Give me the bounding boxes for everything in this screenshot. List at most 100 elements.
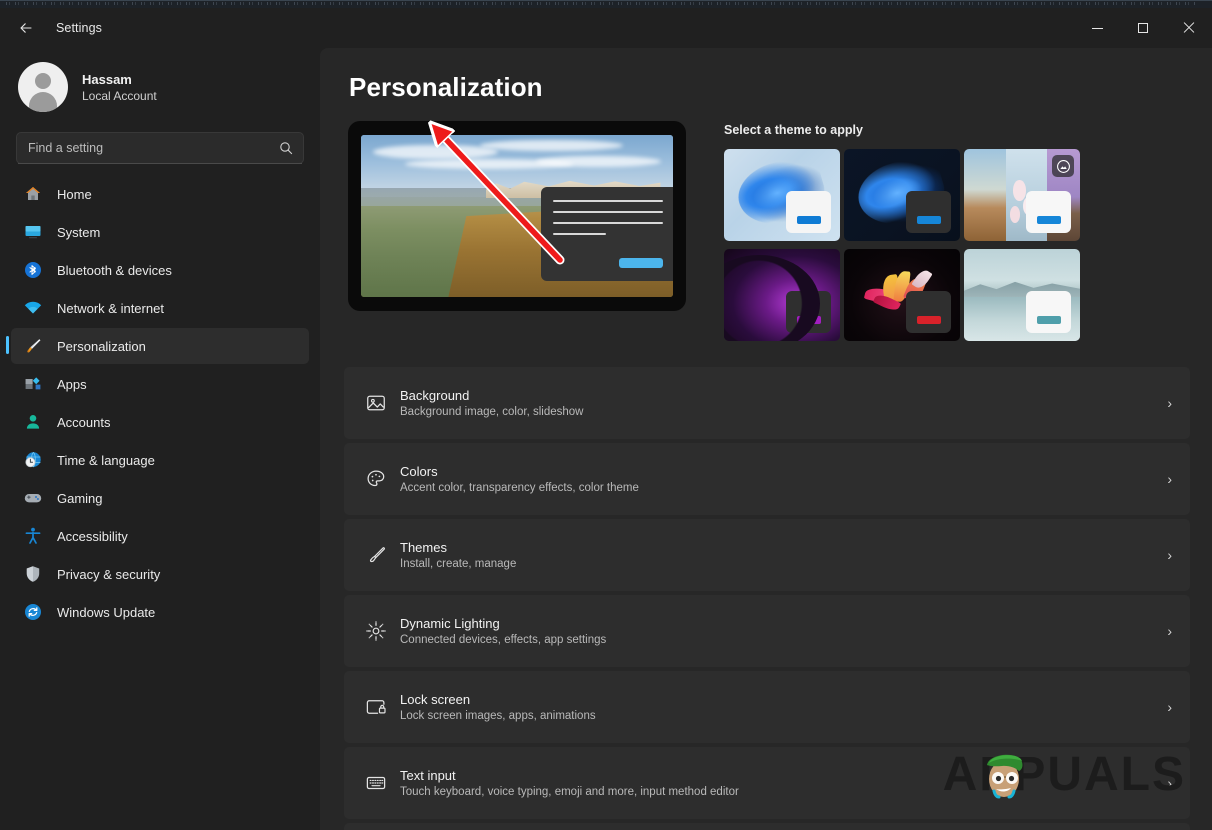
chevron-right-icon: › [1167, 623, 1172, 639]
settings-row-subtitle: Touch keyboard, voice typing, emoji and … [400, 786, 739, 798]
chevron-right-icon: › [1167, 775, 1172, 791]
theme-window-preview [786, 191, 831, 233]
bluetooth-icon [23, 260, 43, 280]
theme-accent-bar [916, 316, 941, 324]
settings-window: Settings Hassam Local Account Find a set… [0, 8, 1212, 830]
theme-picker-heading: Select a theme to apply [724, 123, 863, 137]
window-title: Settings [56, 21, 102, 35]
preview-screen [361, 135, 673, 297]
settings-row-themes[interactable]: Themes Install, create, manage › [344, 519, 1190, 591]
desktop-preview [348, 121, 686, 311]
account-name: Hassam [82, 71, 132, 87]
page-title: Personalization [349, 72, 543, 102]
sidebar-item-network[interactable]: Network & internet [11, 290, 309, 326]
sidebar-item-time-language[interactable]: Time & language [11, 442, 309, 478]
theme-window-preview [1026, 291, 1071, 333]
sidebar-item-apps[interactable]: Apps [11, 366, 309, 402]
theme-accent-bar [1036, 216, 1061, 224]
title-bar: Settings [0, 8, 1212, 48]
search-input[interactable] [17, 141, 257, 155]
sidebar-item-label: System [57, 224, 101, 240]
clock-globe-icon [23, 450, 43, 470]
settings-row-title: Themes [400, 540, 447, 555]
settings-row-text: Background Background image, color, slid… [396, 388, 1167, 418]
settings-row-title: Colors [400, 464, 438, 479]
back-button[interactable] [8, 12, 44, 44]
gamepad-icon [23, 488, 43, 508]
close-button[interactable] [1166, 8, 1212, 48]
background-window-sliver [0, 0, 1212, 8]
theme-tile-flow-dark[interactable] [844, 249, 960, 341]
theme-accent-bar [1036, 316, 1061, 324]
maximize-icon [1138, 23, 1148, 33]
sidebar-item-home[interactable]: Home [11, 176, 309, 212]
settings-row-text-input[interactable]: Text input Touch keyboard, voice typing,… [344, 747, 1190, 819]
minimize-button[interactable] [1074, 8, 1120, 48]
avatar-head [35, 73, 51, 89]
theme-tile-captured-motion[interactable] [724, 249, 840, 341]
settings-row-lock-screen[interactable]: Lock screen Lock screen images, apps, an… [344, 671, 1190, 743]
avatar-body [29, 92, 57, 112]
settings-row-title: Lock screen [400, 692, 471, 707]
settings-row-subtitle: Background image, color, slideshow [400, 406, 584, 418]
settings-row-text: Themes Install, create, manage [396, 540, 1167, 570]
theme-tile-sunrise[interactable] [964, 249, 1080, 341]
settings-row-background[interactable]: Background Background image, color, slid… [344, 367, 1190, 439]
home-icon [23, 184, 43, 204]
sidebar-item-system[interactable]: System [11, 214, 309, 250]
accounts-icon [23, 412, 43, 432]
sidebar-item-label: Network & internet [57, 300, 164, 316]
apps-icon [23, 374, 43, 394]
sidebar-item-label: Personalization [57, 338, 146, 354]
account-text: Hassam Local Account [82, 72, 157, 103]
sidebar-item-privacy-security[interactable]: Privacy & security [11, 556, 309, 592]
settings-window-root: Settings Hassam Local Account Find a set… [0, 0, 1212, 830]
sidebar-item-windows-update[interactable]: Windows Update [11, 594, 309, 630]
chevron-right-icon: › [1167, 699, 1172, 715]
search-box[interactable] [16, 132, 304, 164]
keyboard-icon [356, 772, 396, 794]
settings-row-dynamic-lighting[interactable]: Dynamic Lighting Connected devices, effe… [344, 595, 1190, 667]
theme-window-preview [786, 291, 831, 333]
theme-tile-glow-slideshow[interactable] [964, 149, 1080, 241]
settings-row-text: Lock screen Lock screen images, apps, an… [396, 692, 1167, 722]
sidebar-item-accounts[interactable]: Accounts [11, 404, 309, 440]
preview-dialog-line [552, 232, 606, 235]
settings-row-title: Dynamic Lighting [400, 616, 500, 631]
account-type: Local Account [82, 88, 157, 103]
preview-dialog-accent-button [619, 257, 663, 268]
sidebar-item-accessibility[interactable]: Accessibility [11, 518, 309, 554]
maximize-button[interactable] [1120, 8, 1166, 48]
settings-row-colors[interactable]: Colors Accent color, transparency effect… [344, 443, 1190, 515]
sidebar-item-label: Home [57, 186, 92, 202]
sidebar-item-label: Time & language [57, 452, 155, 468]
account-block[interactable]: Hassam Local Account [0, 48, 320, 126]
caption-buttons [1074, 8, 1212, 48]
settings-row-start[interactable]: Start Recent apps and items, folders › [344, 823, 1190, 830]
sidebar-item-label: Gaming [57, 490, 103, 506]
sidebar-item-gaming[interactable]: Gaming [11, 480, 309, 516]
minimize-icon [1091, 27, 1103, 29]
preview-dialog-line [552, 221, 663, 224]
paintbrush-icon [23, 336, 43, 356]
sidebar-item-bluetooth[interactable]: Bluetooth & devices [11, 252, 309, 288]
sidebar-item-label: Accessibility [57, 528, 128, 544]
theme-tile-windows-dark[interactable] [844, 149, 960, 241]
image-icon [356, 392, 396, 414]
theme-picker: Select a theme to apply [724, 121, 1212, 341]
theme-accent-bar [916, 216, 941, 224]
theme-tile-windows-light[interactable] [724, 149, 840, 241]
close-icon [1183, 22, 1195, 34]
settings-row-subtitle: Install, create, manage [400, 558, 517, 570]
back-arrow-icon [20, 23, 32, 33]
content-pane: Personalization Select a theme to apply … [320, 48, 1212, 830]
lighting-icon [356, 620, 396, 642]
settings-row-subtitle: Lock screen images, apps, animations [400, 710, 596, 722]
preview-dialog-line [552, 199, 663, 202]
brush-icon [356, 544, 396, 566]
settings-row-text: Colors Accent color, transparency effect… [396, 464, 1167, 494]
sidebar-item-personalization[interactable]: Personalization [6, 328, 309, 364]
chevron-right-icon: › [1167, 547, 1172, 563]
theme-window-preview [906, 191, 951, 233]
palette-icon [356, 468, 396, 490]
